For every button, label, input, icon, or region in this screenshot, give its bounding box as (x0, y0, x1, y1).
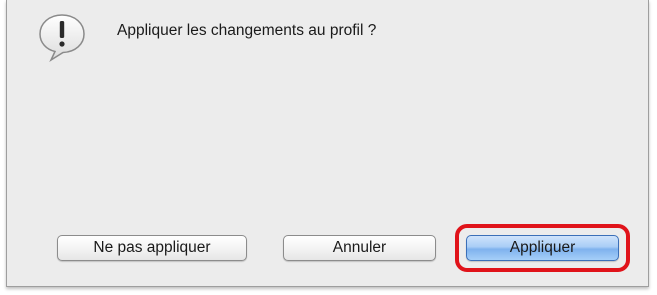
dialog-message: Appliquer les changements au profil ? (117, 22, 377, 39)
dont-apply-button[interactable]: Ne pas appliquer (57, 235, 247, 261)
screenshot: Appliquer les changements au profil ? Ne… (0, 0, 657, 295)
alert-exclamation-icon (39, 14, 85, 62)
cancel-button[interactable]: Annuler (283, 235, 436, 261)
apply-button-highlight-outline (455, 224, 630, 272)
